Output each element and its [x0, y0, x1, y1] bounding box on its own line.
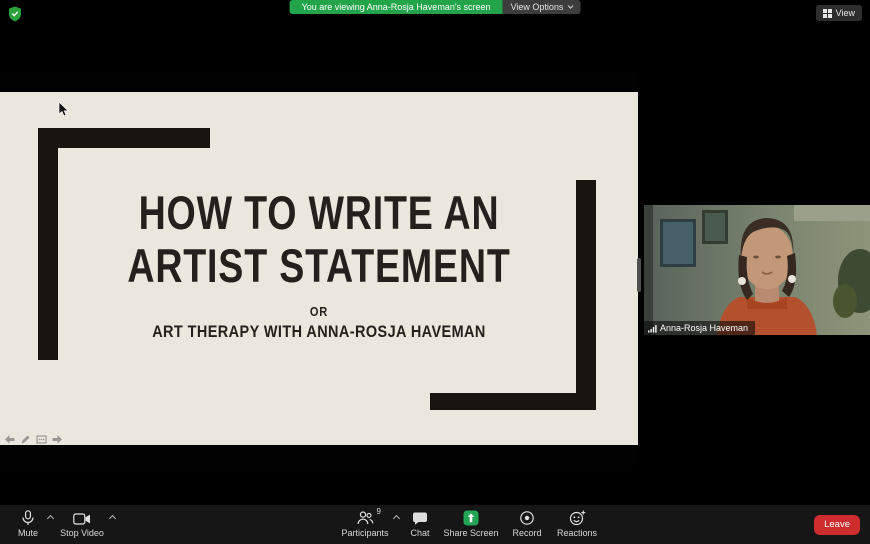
viewing-banner-text: You are viewing Anna-Rosja Haveman's scr…	[290, 0, 503, 14]
presenter-nav-toolbar	[4, 434, 63, 445]
presentation-slide: HOW TO WRITE AN ARTIST STATEMENT OR ART …	[0, 92, 638, 445]
participants-count-badge: 9	[377, 507, 381, 517]
shared-screen-region: HOW TO WRITE AN ARTIST STATEMENT OR ART …	[0, 68, 638, 470]
video-options-chevron-icon[interactable]	[109, 515, 116, 522]
participants-icon: 9	[356, 510, 374, 526]
participants-options-chevron-icon[interactable]	[393, 515, 400, 522]
chat-label: Chat	[410, 528, 429, 538]
mute-options-chevron-icon[interactable]	[47, 515, 54, 522]
record-button[interactable]: Record	[506, 510, 548, 538]
mute-button[interactable]: Mute	[10, 510, 46, 538]
leave-button[interactable]: Leave	[814, 515, 860, 535]
chat-bubble-icon	[412, 510, 428, 526]
screen-viewing-banner: You are viewing Anna-Rosja Haveman's scr…	[290, 0, 581, 14]
audio-level-icon	[648, 324, 657, 333]
reactions-button[interactable]: Reactions	[552, 510, 602, 538]
participant-webcam-image	[644, 205, 870, 335]
view-button[interactable]: View	[816, 5, 862, 21]
pen-tool-icon	[20, 434, 31, 445]
slide-decoration-bottom-right-horizontal	[430, 393, 596, 410]
participants-button[interactable]: 9 Participants	[338, 510, 392, 538]
next-slide-arrow-icon	[52, 434, 63, 445]
participant-video[interactable]: Anna-Rosja Haveman	[644, 205, 870, 335]
slide-decoration-bottom-right-vertical	[576, 180, 596, 410]
reactions-label: Reactions	[557, 528, 597, 538]
video-name-badge: Anna-Rosja Haveman	[644, 321, 755, 335]
reactions-icon	[569, 510, 586, 526]
zoom-meeting-window: You are viewing Anna-Rosja Haveman's scr…	[0, 0, 870, 544]
slide-subtitle: ART THERAPY WITH ANNA-ROSJA HAVEMAN	[48, 322, 590, 342]
view-options-button[interactable]: View Options	[503, 0, 581, 14]
participant-name-label: Anna-Rosja Haveman	[660, 323, 748, 333]
record-icon	[519, 510, 535, 526]
share-screen-icon	[463, 510, 479, 526]
participants-label: Participants	[341, 528, 388, 538]
camera-icon	[73, 510, 91, 526]
view-options-label: View Options	[511, 0, 564, 14]
share-screen-label: Share Screen	[443, 528, 498, 538]
chevron-down-icon	[568, 3, 574, 9]
prev-slide-arrow-icon	[4, 434, 15, 445]
view-grid-icon	[823, 9, 832, 18]
stop-video-label: Stop Video	[60, 528, 104, 538]
slide-title-line2: ARTIST STATEMENT	[64, 239, 574, 292]
slide-title-line1: HOW TO WRITE AN	[64, 186, 574, 239]
chat-button[interactable]: Chat	[402, 510, 438, 538]
scrollbar-thumb[interactable]	[637, 258, 641, 292]
stop-video-button[interactable]: Stop Video	[56, 510, 108, 538]
slide-or-text: OR	[48, 304, 590, 319]
mute-label: Mute	[18, 528, 38, 538]
view-label: View	[836, 8, 855, 18]
slide-title: HOW TO WRITE AN ARTIST STATEMENT	[64, 186, 574, 292]
mouse-cursor	[58, 102, 70, 118]
share-screen-button[interactable]: Share Screen	[442, 510, 500, 538]
meeting-toolbar: Mute Stop Video 9	[0, 505, 870, 544]
microphone-icon	[20, 510, 36, 526]
record-label: Record	[512, 528, 541, 538]
slide-decoration-top-left-horizontal	[38, 128, 210, 148]
encryption-shield-icon	[8, 6, 22, 22]
slide-menu-icon	[36, 434, 47, 445]
